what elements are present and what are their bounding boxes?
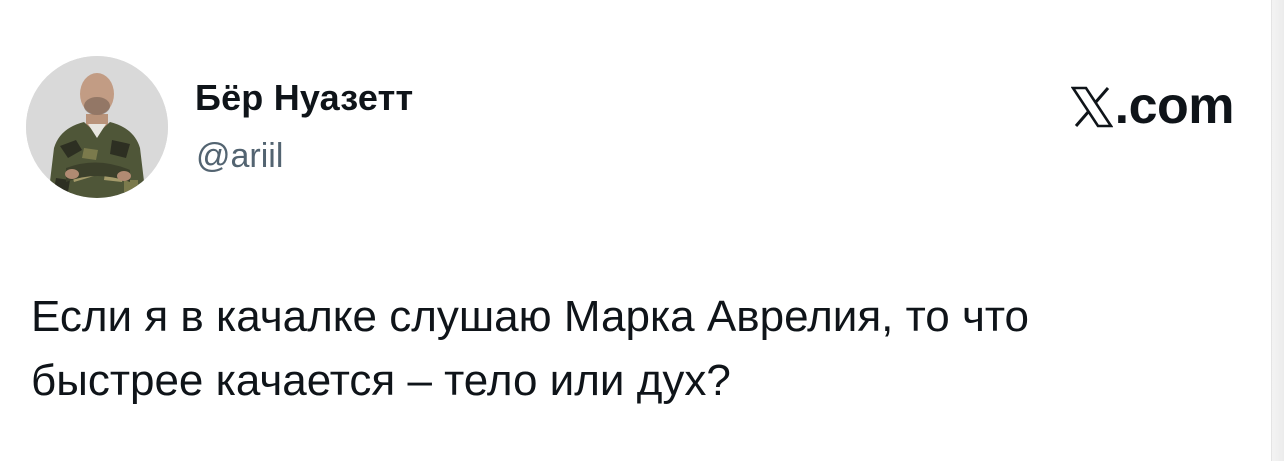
author-name[interactable]: Бёр Нуазетт (195, 78, 413, 118)
scrollbar-edge (1271, 0, 1284, 461)
x-logo-icon (1070, 86, 1113, 128)
post-text: Если я в качалке слушаю Марка Аврелия, т… (31, 285, 1261, 413)
post-text-line-1: Если я в качалке слушаю Марка Аврелия, т… (31, 292, 1030, 341)
author-handle[interactable]: @ariil (196, 136, 283, 176)
post-card: Бёр Нуазетт @ariil .com Если я в качалке… (0, 0, 1284, 461)
post-text-line-2: быстрее качается – тело или дух? (31, 356, 731, 405)
brand-logo[interactable]: .com (1070, 76, 1235, 135)
brand-domain: .com (1114, 77, 1235, 135)
avatar[interactable] (26, 56, 168, 198)
avatar-photo (26, 56, 168, 198)
